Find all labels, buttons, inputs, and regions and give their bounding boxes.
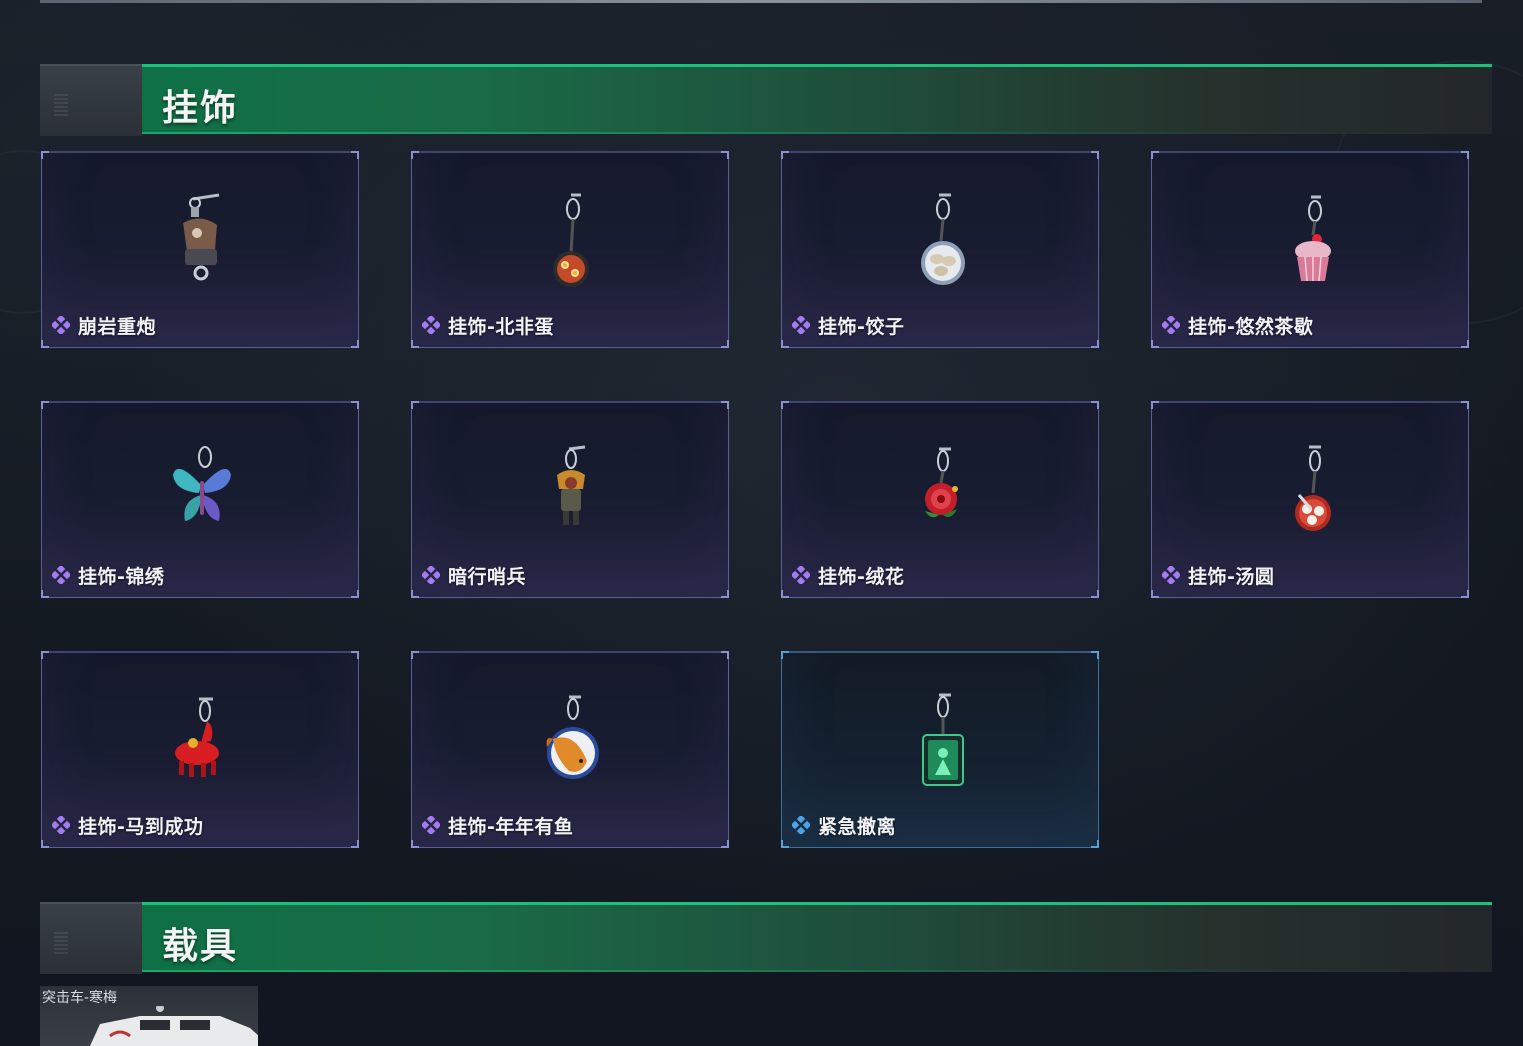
- charm-card[interactable]: 崩岩重炮: [41, 151, 359, 348]
- charm-card[interactable]: 挂饰-绒花: [781, 401, 1099, 598]
- fish-plate-charm-icon: [546, 695, 599, 779]
- tangyuan-bowl-charm-icon: [1295, 445, 1331, 531]
- dumpling-plate-charm-icon: [921, 193, 965, 285]
- charm-card[interactable]: 挂饰-悠然茶歇: [1151, 151, 1469, 348]
- charm-name: 挂饰-悠然茶歇: [1188, 315, 1314, 338]
- charm-name: 挂饰-马到成功: [78, 815, 204, 838]
- section-header-stub: [40, 902, 142, 974]
- rarity-diamond-icon: [792, 316, 810, 334]
- vehicle-card[interactable]: 突击车-寒梅: [40, 986, 258, 1046]
- section-header-charms: 挂饰: [40, 64, 1492, 136]
- green-tag-charm-icon: [922, 693, 964, 786]
- rarity-diamond-icon: [792, 816, 810, 834]
- charm-name: 暗行哨兵: [448, 565, 527, 588]
- charm-name: 挂饰-北非蛋: [448, 315, 554, 338]
- rarity-diamond-icon: [792, 566, 810, 584]
- assault-vehicle-icon: [90, 1006, 258, 1046]
- charm-name: 挂饰-汤圆: [1188, 565, 1275, 588]
- charm-card[interactable]: 挂饰-年年有鱼: [411, 651, 729, 848]
- velvet-flower-charm-icon: [925, 447, 958, 518]
- charm-name: 挂饰-绒花: [818, 565, 905, 588]
- cupcake-charm-icon: [1295, 195, 1331, 282]
- section-header-vehicles: 载具: [40, 902, 1492, 974]
- rarity-diamond-icon: [52, 316, 70, 334]
- section-title: 挂饰: [162, 88, 239, 129]
- butterfly-charm-icon: [173, 446, 231, 521]
- rarity-diamond-icon: [1162, 566, 1180, 584]
- charm-card[interactable]: 挂饰-北非蛋: [411, 151, 729, 348]
- cannon-charm-icon: [183, 193, 220, 281]
- rarity-diamond-icon: [422, 566, 440, 584]
- rarity-diamond-icon: [1162, 316, 1180, 334]
- top-divider: [40, 0, 1482, 3]
- charm-card[interactable]: 挂饰-汤圆: [1151, 401, 1469, 598]
- charm-card[interactable]: 紧急撤离: [781, 651, 1099, 848]
- charm-name: 挂饰-年年有鱼: [448, 815, 574, 838]
- shakshuka-pan-charm-icon: [553, 193, 589, 287]
- red-horse-charm-icon: [175, 697, 219, 777]
- page: 挂饰 崩岩重炮 挂饰-北非蛋 挂饰-饺子 挂饰-悠然茶歇 挂饰-锦绣 暗行哨兵 …: [0, 0, 1523, 1046]
- section-header-band: 挂饰: [142, 64, 1492, 134]
- section-title: 载具: [162, 926, 239, 967]
- sentinel-figure-charm-icon: [557, 445, 586, 525]
- charm-card[interactable]: 暗行哨兵: [411, 401, 729, 598]
- charm-name: 挂饰-锦绣: [78, 565, 165, 588]
- rarity-diamond-icon: [422, 316, 440, 334]
- rarity-diamond-icon: [52, 816, 70, 834]
- charm-card[interactable]: 挂饰-饺子: [781, 151, 1099, 348]
- charm-name: 紧急撤离: [818, 815, 897, 838]
- charm-card[interactable]: 挂饰-锦绣: [41, 401, 359, 598]
- charm-name: 崩岩重炮: [78, 315, 157, 338]
- vehicle-name: 突击车-寒梅: [42, 990, 118, 1006]
- rarity-diamond-icon: [422, 816, 440, 834]
- charm-name: 挂饰-饺子: [818, 315, 905, 338]
- rarity-diamond-icon: [52, 566, 70, 584]
- section-header-stub: [40, 64, 142, 136]
- charm-card[interactable]: 挂饰-马到成功: [41, 651, 359, 848]
- section-header-band: 载具: [142, 902, 1492, 972]
